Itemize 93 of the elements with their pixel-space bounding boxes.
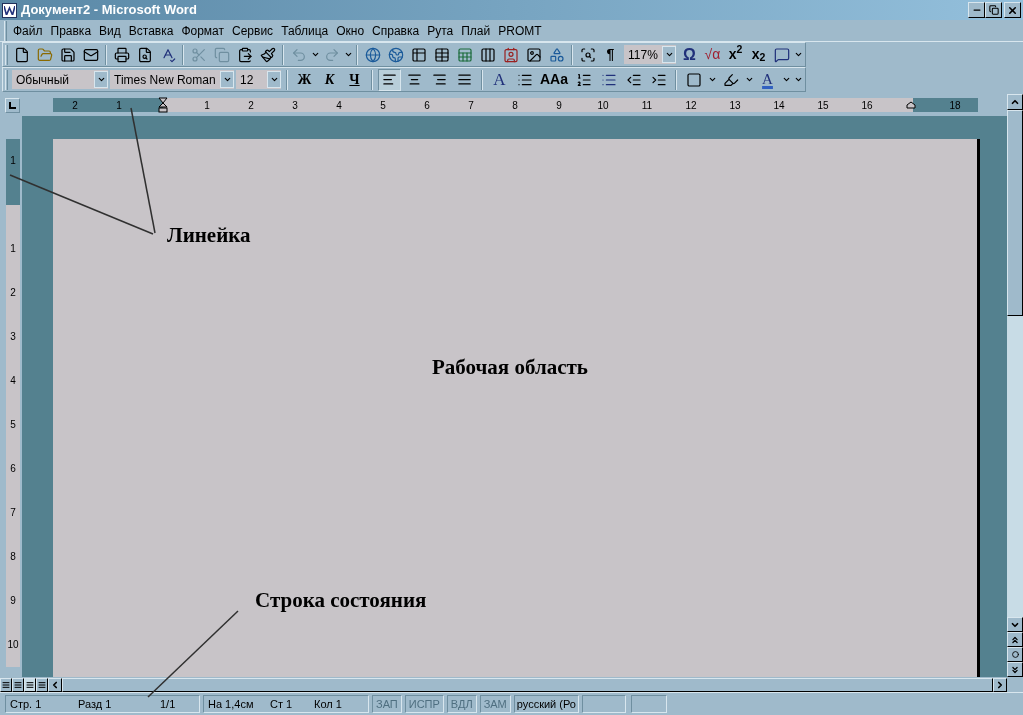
menu-item[interactable]: Вид [95, 21, 125, 40]
ruler-number: 12 [684, 98, 698, 113]
menu-item[interactable]: Сервис [228, 21, 278, 40]
dropdown-caret-icon[interactable] [269, 75, 279, 84]
page-view-icon[interactable] [24, 677, 36, 692]
ruler-number: 14 [772, 98, 786, 113]
previous-page-icon[interactable] [1007, 632, 1023, 647]
status-panel [630, 695, 667, 713]
horizontal-ruler[interactable]: 2 1 1 2 3 4 5 6 7 8 9 10 11 12 13 14 15 16 18 [53, 98, 978, 112]
equation-button[interactable]: √α [701, 43, 724, 66]
dropdown-caret-icon[interactable] [96, 75, 106, 84]
dropdown-caret-icon[interactable] [222, 75, 232, 84]
show-marks-button[interactable]: ¶ [599, 43, 622, 66]
scroll-left-icon[interactable] [48, 677, 62, 692]
style-combo[interactable]: Обычный [12, 70, 108, 89]
tab-stop-icon[interactable] [9, 101, 16, 109]
vertical-scrollbar[interactable] [1007, 94, 1023, 677]
annotation-label: Строка состояния [255, 587, 427, 614]
bold-button[interactable]: Ж [293, 68, 316, 91]
ruler-number: 10 [7, 638, 19, 652]
superscript-button[interactable]: x$^{2}$ [724, 43, 747, 66]
horizontal-scroll-thumb[interactable] [62, 677, 993, 692]
scroll-right-icon[interactable] [993, 677, 1007, 692]
menu-item[interactable]: Таблица [277, 21, 333, 40]
ruler-number: 6 [10, 462, 16, 476]
underline-button[interactable]: Ч [343, 68, 366, 91]
scroll-thumb[interactable] [1007, 110, 1023, 316]
font-color-button[interactable]: A [756, 68, 779, 91]
subscript-button[interactable]: x$_{2}$ [747, 43, 770, 66]
word-document-icon [2, 2, 17, 18]
tab-stop-selector[interactable] [5, 97, 20, 113]
language-indicator: русский (Ро [513, 695, 579, 713]
normal-view-icon[interactable] [0, 677, 12, 692]
ruler-number: 4 [335, 98, 343, 113]
vertical-ruler[interactable]: 1 1 2 3 4 5 6 7 8 9 10 [6, 139, 20, 667]
line-number: Ст 1 [270, 696, 294, 712]
ruler-number: 18 [948, 98, 962, 113]
ruler-number: 2 [10, 286, 16, 300]
ruler-number: 6 [423, 98, 431, 113]
change-case-button[interactable]: AAa [538, 68, 570, 91]
ruler-number: 1 [10, 154, 16, 168]
styles-button[interactable]: A [488, 68, 511, 91]
ruler-number: 3 [10, 330, 16, 344]
web-view-icon[interactable] [12, 677, 24, 692]
ruler-number: 4 [10, 374, 16, 388]
ruler-number: 1 [10, 242, 16, 256]
outline-view-icon[interactable] [36, 677, 48, 692]
ruler-number: 10 [596, 98, 610, 113]
annotation-label: Линейка [167, 222, 251, 249]
page-count: 1/1 [160, 696, 176, 712]
ruler-number: 8 [10, 550, 16, 564]
menu-item[interactable]: Справка [368, 21, 424, 40]
menu-item[interactable]: Плай [457, 21, 495, 40]
ruler-number: 9 [10, 594, 16, 608]
symbol-button[interactable]: Ω [678, 43, 701, 66]
menu-item[interactable]: Рута [423, 21, 458, 40]
page-number: Стр. 1 [10, 696, 43, 712]
zoom-combo[interactable]: 117% [624, 45, 676, 64]
ruler-number: 1 [203, 98, 211, 113]
browse-object-icon[interactable] [1007, 647, 1023, 662]
ruler-number: 5 [10, 418, 16, 432]
ruler-number: 2 [247, 98, 255, 113]
ruler-number: 13 [728, 98, 742, 113]
ruler-number: 8 [511, 98, 519, 113]
next-page-icon[interactable] [1007, 662, 1023, 677]
menu-item[interactable]: Правка [46, 21, 96, 40]
menu-item[interactable]: Вставка [124, 21, 178, 40]
status-panel [581, 695, 626, 713]
ruler-number: 5 [379, 98, 387, 113]
scroll-down-icon[interactable] [1007, 617, 1023, 632]
ruler-number: 2 [71, 98, 79, 113]
dropdown-caret-icon[interactable] [664, 50, 674, 59]
cursor-position: На 1,4см [208, 696, 255, 712]
ruler-number: 7 [467, 98, 475, 113]
menu-item[interactable]: PROMT [494, 21, 546, 40]
font-size-combo[interactable]: 12 [236, 70, 281, 89]
annotation-label: Рабочая область [432, 354, 588, 381]
column-number: Кол 1 [314, 696, 342, 712]
ruler-number: 9 [555, 98, 563, 113]
ruler-number: 3 [291, 98, 299, 113]
window-title: Документ2 - Microsoft Word [21, 1, 198, 20]
menu-item[interactable]: Файл [9, 21, 47, 40]
ruler-number: 1 [115, 98, 123, 113]
scroll-up-icon[interactable] [1007, 94, 1023, 110]
ruler-number: 15 [816, 98, 830, 113]
ruler-number: 7 [10, 506, 16, 520]
italic-button[interactable]: К [318, 68, 341, 91]
section-number: Разд 1 [78, 696, 113, 712]
font-combo[interactable]: Times New Roman [110, 70, 234, 89]
ruler-number: 16 [860, 98, 874, 113]
menu-item[interactable]: Формат [177, 21, 229, 40]
ruler-number: 11 [640, 98, 654, 113]
menu-item[interactable]: Окно [332, 21, 369, 40]
